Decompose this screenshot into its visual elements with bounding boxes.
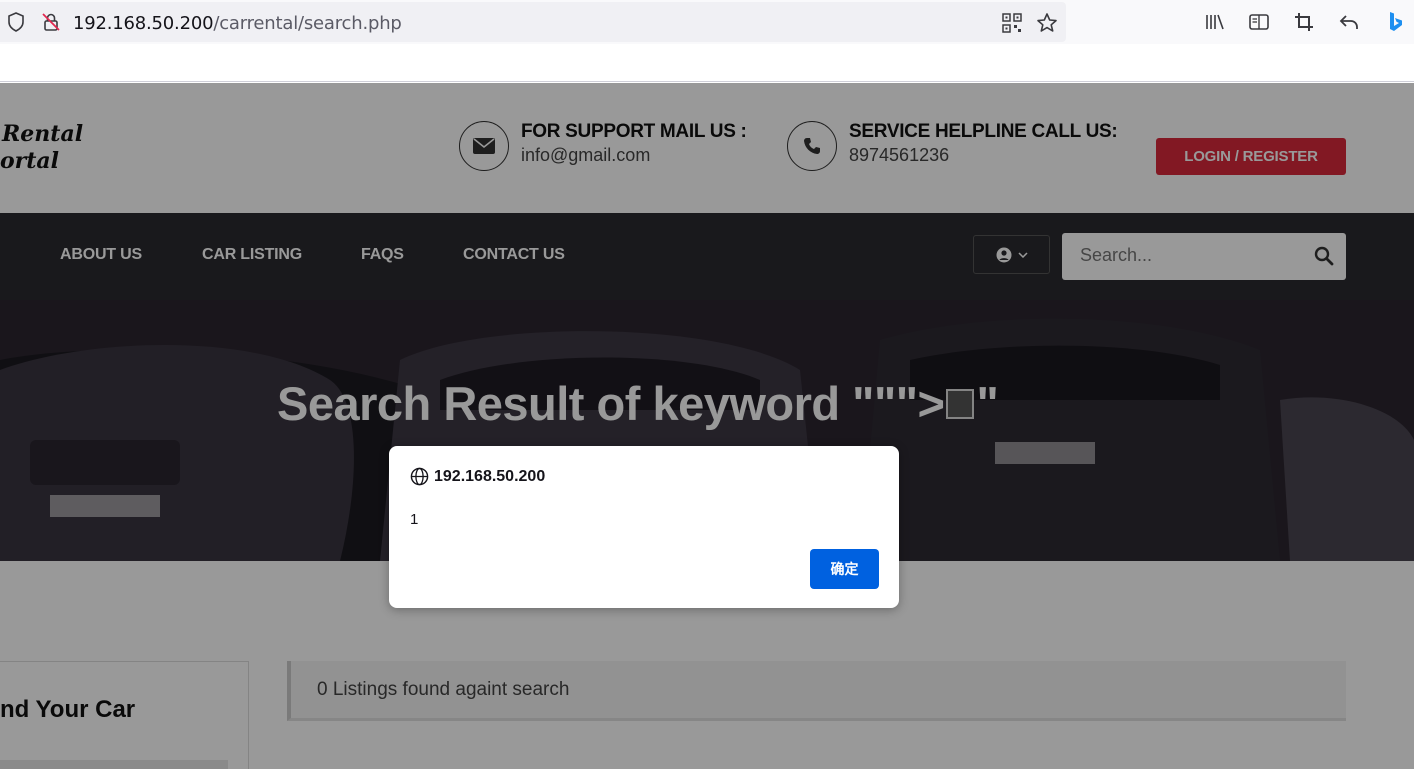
alert-dialog: 192.168.50.200 1 确定 xyxy=(389,446,899,608)
dialog-origin-text: 192.168.50.200 xyxy=(434,467,546,485)
url-text[interactable]: 192.168.50.200/carrental/search.php xyxy=(73,13,402,34)
reader-view-icon[interactable] xyxy=(1247,10,1271,34)
globe-icon xyxy=(410,467,429,486)
browser-toolbar: 192.168.50.200/carrental/search.php xyxy=(0,0,1414,44)
shield-icon[interactable] xyxy=(4,10,28,34)
url-bar[interactable]: 192.168.50.200/carrental/search.php xyxy=(0,2,1066,42)
dialog-origin: 192.168.50.200 xyxy=(410,467,545,486)
back-arrow-icon[interactable] xyxy=(1337,10,1361,34)
bookmark-star-icon[interactable] xyxy=(1035,11,1059,35)
library-icon[interactable] xyxy=(1203,10,1227,34)
bing-icon[interactable] xyxy=(1384,10,1408,34)
dialog-message: 1 xyxy=(410,511,419,528)
qr-code-icon[interactable] xyxy=(1000,11,1024,35)
bookmarks-bar xyxy=(0,44,1414,82)
screenshot-crop-icon[interactable] xyxy=(1292,10,1316,34)
dialog-ok-button[interactable]: 确定 xyxy=(810,549,879,589)
insecure-lock-icon[interactable] xyxy=(39,10,63,34)
modal-overlay xyxy=(0,83,1414,769)
